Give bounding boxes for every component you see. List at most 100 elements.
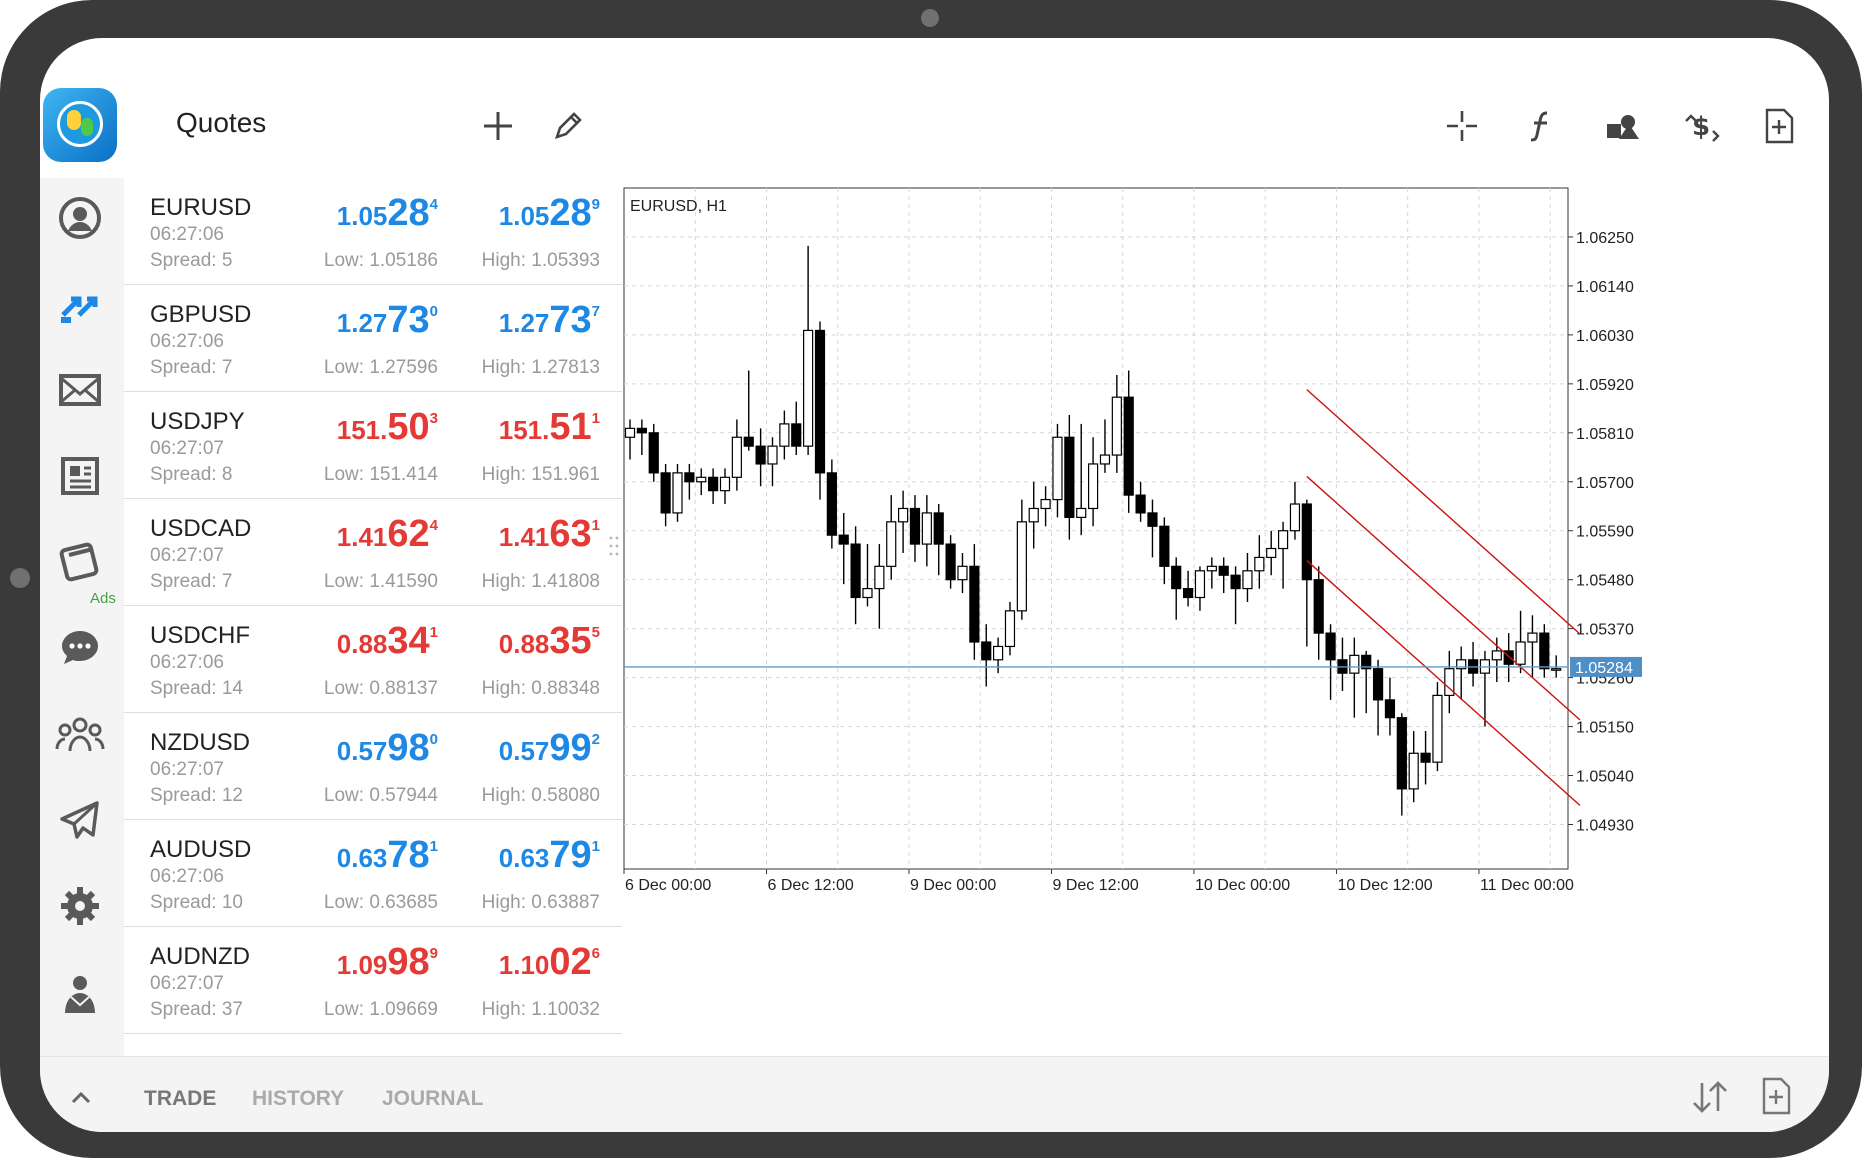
candle-body	[969, 565, 980, 643]
candle-body	[933, 512, 944, 545]
candle-body	[755, 445, 766, 465]
news-icon[interactable]	[50, 448, 110, 504]
candle-body	[1289, 503, 1301, 532]
crosshair-icon[interactable]	[1440, 104, 1484, 148]
candle-body	[1064, 436, 1075, 518]
price-chart[interactable]: 1.06250 1.06140 1.06030 1.05920 1.05810 1.057…	[622, 176, 1829, 1056]
tab-history[interactable]: HISTORY	[252, 1087, 344, 1111]
quote-spread: Spread: 7	[150, 571, 233, 592]
candle-body	[1111, 396, 1122, 456]
candle-body	[1206, 565, 1217, 572]
quote-row[interactable]: GBPUSD 06:27:06 Spread: 7 1.27730 1.2773…	[124, 285, 622, 392]
candle-body	[826, 472, 837, 536]
candle-body	[1076, 507, 1087, 518]
symbol-name: NZDUSD	[150, 729, 250, 756]
candle-body	[1551, 668, 1562, 671]
ask-price: 1.10026	[498, 941, 600, 983]
bid-price: 1.41624	[336, 513, 438, 555]
quote-row[interactable]: EURUSD 06:27:06 Spread: 5 1.05284 1.0528…	[124, 178, 622, 285]
quote-row[interactable]: AUDNZD 06:27:07 Spread: 37 1.09989 1.100…	[124, 927, 622, 1034]
page-title: Quotes	[176, 107, 267, 138]
quotes-arrows-icon[interactable]	[50, 276, 110, 332]
tab-journal[interactable]: JOURNAL	[382, 1087, 484, 1111]
bid-price: 1.05284	[336, 192, 438, 234]
candle-body	[838, 534, 849, 545]
candle-body	[1325, 632, 1336, 661]
community-icon[interactable]	[50, 706, 110, 762]
quote-low: Low: 0.57944	[323, 785, 438, 806]
trade-dollar-icon[interactable]: $	[1680, 104, 1724, 148]
candle-body	[803, 329, 814, 447]
candle-body	[1194, 570, 1206, 599]
candle-body	[1028, 507, 1039, 523]
quotes-list: EURUSD 06:27:06 Spread: 5 1.05284 1.0528…	[124, 178, 622, 1058]
quote-low: Low: 1.09669	[323, 999, 438, 1020]
candle-body	[850, 543, 861, 599]
candle-body	[1123, 396, 1134, 496]
candle-body	[1432, 694, 1443, 763]
app-screen: Quotes $ Ads EURUSD 06:27:06 Spread: 5 1…	[40, 38, 1829, 1132]
objects-shapes-icon[interactable]	[1600, 104, 1644, 148]
candle-body	[1159, 525, 1170, 567]
new-order-document-icon[interactable]	[1757, 104, 1801, 148]
bid-price: 0.57980	[336, 727, 438, 769]
quote-row[interactable]: USDJPY 06:27:07 Spread: 8 151.503 151.51…	[124, 392, 622, 499]
settings-gear-icon[interactable]	[50, 878, 110, 934]
candle-body	[814, 329, 826, 474]
quote-high: High: 0.63887	[481, 892, 600, 913]
account-icon[interactable]	[50, 190, 110, 246]
ask-price: 1.41631	[498, 513, 600, 555]
camera-dot	[921, 9, 939, 27]
candle-body	[1147, 512, 1158, 527]
calendar-ads-icon[interactable]: Ads	[50, 534, 116, 607]
quote-row[interactable]: NZDUSD 06:27:07 Spread: 12 0.57980 0.579…	[124, 713, 622, 820]
symbol-name: EURUSD	[150, 194, 252, 221]
candle-body	[886, 521, 897, 567]
telegram-send-icon[interactable]	[50, 792, 110, 848]
add-symbol-icon[interactable]	[476, 104, 520, 148]
candle-body	[767, 445, 778, 465]
candle-body	[1218, 565, 1229, 576]
quote-low: Low: 0.88137	[323, 678, 438, 699]
candle-body	[1052, 436, 1063, 501]
chevron-up-icon[interactable]	[66, 1087, 96, 1107]
quote-time: 06:27:07	[150, 759, 224, 780]
quote-row[interactable]: USDCHF 06:27:06 Spread: 14 0.88341 0.883…	[124, 606, 622, 713]
tab-trade[interactable]: TRADE	[144, 1087, 216, 1111]
app-logo-icon[interactable]	[43, 88, 117, 162]
candle-body	[684, 472, 695, 483]
quote-time: 06:27:06	[150, 866, 224, 887]
quote-high: High: 0.88348	[481, 678, 600, 699]
side-button	[10, 568, 30, 588]
candle-body	[1099, 454, 1111, 465]
sort-arrows-icon[interactable]	[1690, 1079, 1730, 1115]
traders-community-icon[interactable]	[50, 964, 110, 1020]
x-tick-label: 6 Dec 12:00	[767, 877, 853, 894]
chat-icon[interactable]	[50, 620, 110, 676]
edit-pencil-icon[interactable]	[546, 104, 590, 148]
mail-icon[interactable]	[50, 362, 110, 418]
quote-time: 06:27:07	[150, 438, 224, 459]
new-order-bottom-icon[interactable]	[1760, 1077, 1792, 1115]
quote-time: 06:27:06	[150, 224, 224, 245]
symbol-name: USDCAD	[150, 515, 252, 542]
quote-row[interactable]: AUDUSD 06:27:06 Spread: 10 0.63781 0.637…	[124, 820, 622, 927]
panel-resize-handle-icon[interactable]	[609, 535, 619, 557]
y-tick-label: 1.05040	[1576, 769, 1634, 786]
quote-spread: Spread: 10	[150, 892, 243, 913]
device-frame: Quotes $ Ads EURUSD 06:27:06 Spread: 5 1…	[0, 0, 1862, 1158]
candle-body	[731, 436, 742, 478]
quote-time: 06:27:07	[150, 545, 224, 566]
candle-body	[791, 423, 802, 447]
indicators-function-icon[interactable]	[1520, 104, 1564, 148]
bid-price: 1.09989	[336, 941, 438, 983]
candle-body	[898, 507, 909, 523]
quote-row[interactable]: USDCAD 06:27:07 Spread: 7 1.41624 1.4163…	[124, 499, 622, 606]
bid-price: 151.503	[336, 406, 438, 448]
chart-plot-area	[623, 187, 1569, 870]
quote-time: 06:27:06	[150, 652, 224, 673]
quote-low: Low: 1.05186	[323, 250, 438, 271]
quote-spread: Spread: 14	[150, 678, 243, 699]
y-tick-label: 1.05810	[1576, 426, 1634, 443]
candle-body	[1230, 574, 1241, 590]
